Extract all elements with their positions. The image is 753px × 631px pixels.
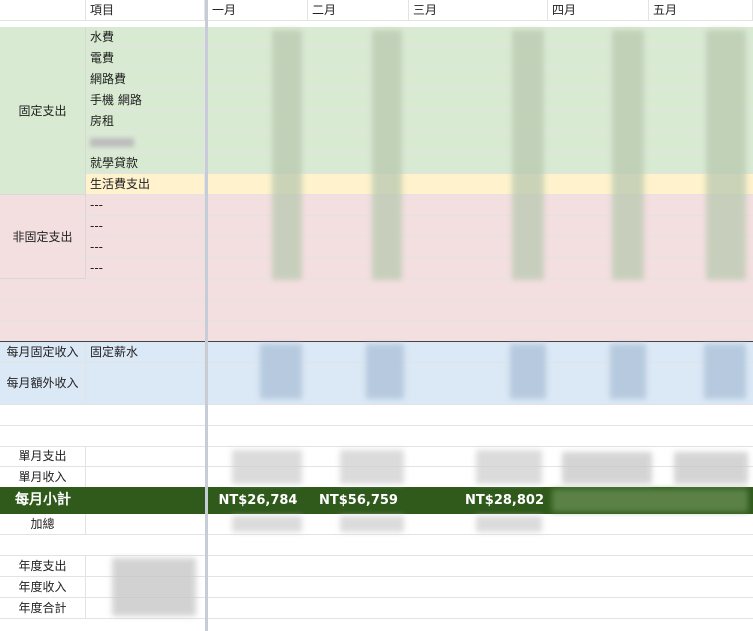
variable-row-2: --- (86, 216, 753, 237)
blank-row-2[interactable] (0, 426, 753, 447)
blurred-summary-jan (232, 450, 302, 484)
fixed-expense-group-label[interactable]: 固定支出 (0, 27, 86, 195)
blank-row-1[interactable] (0, 405, 753, 426)
redacted-mask (90, 138, 134, 147)
variable-item-2[interactable]: --- (86, 216, 205, 236)
fixed-row-water: 水費 (86, 27, 753, 48)
blurred-summary-apr (562, 452, 652, 484)
subtotal-apr-may-blurred (552, 489, 748, 512)
header-item[interactable]: 項目 (86, 0, 205, 20)
fixed-row-student-loan: 就學貸款 (86, 153, 753, 174)
fixed-row-living: 生活費支出 (86, 174, 753, 195)
header-month-4[interactable]: 四月 (548, 0, 649, 20)
annual-income-label[interactable]: 年度收入 (0, 577, 86, 597)
fixed-row-internet: 網路費 (86, 69, 753, 90)
variable-item-4[interactable]: --- (86, 258, 205, 278)
monthly-expense-label[interactable]: 單月支出 (0, 446, 86, 466)
variable-expense-group-label[interactable]: 非固定支出 (0, 195, 86, 279)
item-student-loan[interactable]: 就學貸款 (86, 153, 205, 173)
annual-total-label[interactable]: 年度合計 (0, 598, 86, 618)
blurred-values-mar (512, 30, 544, 280)
blurred-values-feb (372, 30, 402, 280)
blurred-summary-feb (340, 450, 404, 484)
blurred-income-jan (260, 344, 302, 399)
blurred-cumulative-jan (232, 516, 302, 532)
item-internet[interactable]: 網路費 (86, 69, 205, 89)
monthly-subtotal-row: 每月小計 NT$26,784 NT$56,759 NT$28,802 (0, 487, 753, 514)
variable-blank-1[interactable] (0, 279, 753, 300)
subtotal-jan[interactable]: NT$26,784 (208, 487, 308, 514)
header-month-3[interactable]: 三月 (409, 0, 548, 20)
monthly-income-label[interactable]: 單月收入 (0, 467, 86, 487)
monthly-subtotal-label[interactable]: 每月小計 (0, 487, 86, 514)
fixed-row-rent: 房租 (86, 111, 753, 132)
blurred-cumulative-mar (476, 516, 542, 532)
spreadsheet-grid: 項目 一月 二月 三月 四月 五月 固定支出 水費 電費 網路費 手機 網路 房… (0, 0, 753, 631)
item-phone[interactable]: 手機 網路 (86, 90, 205, 110)
income-fixed-item[interactable]: 固定薪水 (86, 342, 205, 362)
variable-item-3[interactable]: --- (86, 237, 205, 257)
frozen-column-divider[interactable] (205, 0, 208, 631)
item-electric[interactable]: 電費 (86, 48, 205, 68)
fixed-row-redacted (86, 132, 753, 153)
header-month-1[interactable]: 一月 (208, 0, 308, 20)
blurred-income-apr (610, 344, 646, 399)
variable-blank-3[interactable] (0, 321, 753, 342)
blurred-income-may (704, 344, 746, 399)
blurred-values-may (706, 30, 746, 280)
income-fixed-label[interactable]: 每月固定收入 (0, 342, 86, 362)
header-month-2[interactable]: 二月 (308, 0, 409, 20)
item-water[interactable]: 水費 (86, 27, 205, 47)
item-living[interactable]: 生活費支出 (86, 174, 205, 194)
item-redacted[interactable] (86, 132, 205, 152)
header-month-5[interactable]: 五月 (649, 0, 753, 20)
blurred-annual-values (112, 558, 196, 616)
blurred-summary-may (674, 452, 748, 484)
variable-row-3: --- (86, 237, 753, 258)
income-extra-item[interactable] (86, 363, 205, 404)
income-extra-label[interactable]: 每月額外收入 (0, 363, 86, 404)
header-row: 項目 一月 二月 三月 四月 五月 (0, 0, 753, 21)
variable-item-1[interactable]: --- (86, 195, 205, 215)
variable-row-4: --- (86, 258, 753, 279)
fixed-row-electric: 電費 (86, 48, 753, 69)
subtotal-mar[interactable]: NT$28,802 (409, 487, 548, 514)
annual-expense-label[interactable]: 年度支出 (0, 556, 86, 576)
blurred-cumulative-feb (340, 516, 404, 532)
subtotal-feb[interactable]: NT$56,759 (308, 487, 409, 514)
item-rent[interactable]: 房租 (86, 111, 205, 131)
blurred-income-mar (510, 344, 546, 399)
variable-blank-2[interactable] (0, 300, 753, 321)
cumulative-label[interactable]: 加總 (0, 514, 86, 534)
fixed-row-phone: 手機 網路 (86, 90, 753, 111)
blurred-values-jan (272, 30, 302, 280)
blurred-income-feb (366, 344, 404, 399)
blurred-summary-mar (476, 450, 542, 484)
row-header-corner[interactable] (0, 0, 86, 20)
blank-row-3[interactable] (0, 535, 753, 556)
variable-row-1: --- (86, 195, 753, 216)
blurred-values-apr (612, 30, 644, 280)
